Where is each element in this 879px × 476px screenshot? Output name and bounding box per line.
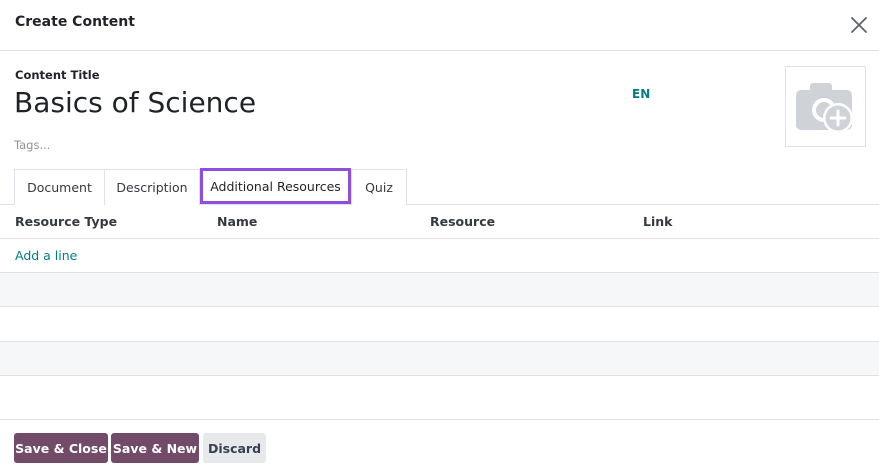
discard-button[interactable]: Discard xyxy=(203,433,266,463)
tab-document[interactable]: Document xyxy=(14,169,105,205)
close-icon xyxy=(851,17,867,33)
form-tabs: Document Description Additional Resource… xyxy=(0,168,879,205)
table-divider xyxy=(0,306,879,307)
table-row xyxy=(0,342,879,376)
table-divider xyxy=(0,238,879,239)
content-title-label: Content Title xyxy=(15,68,100,82)
modal-header: Create Content xyxy=(0,0,879,51)
language-button[interactable]: EN xyxy=(632,87,650,101)
image-upload[interactable] xyxy=(785,66,866,147)
tags-input[interactable] xyxy=(14,135,314,155)
add-line-link[interactable]: Add a line xyxy=(15,248,77,263)
tab-description[interactable]: Description xyxy=(104,169,200,205)
close-button[interactable] xyxy=(849,15,869,35)
tab-quiz[interactable]: Quiz xyxy=(351,169,407,205)
table-divider xyxy=(0,375,879,376)
save-new-button[interactable]: Save & New xyxy=(111,433,199,463)
modal-title: Create Content xyxy=(15,14,135,30)
tab-additional-resources[interactable]: Additional Resources xyxy=(200,168,351,204)
content-title-input[interactable]: Basics of Science xyxy=(14,84,256,122)
table-row xyxy=(0,273,879,307)
column-link[interactable]: Link xyxy=(643,214,672,229)
column-name[interactable]: Name xyxy=(217,214,257,229)
column-resource[interactable]: Resource xyxy=(430,214,495,229)
camera-plus-icon xyxy=(796,83,853,133)
save-close-button[interactable]: Save & Close xyxy=(14,433,108,463)
column-resource-type[interactable]: Resource Type xyxy=(15,214,117,229)
